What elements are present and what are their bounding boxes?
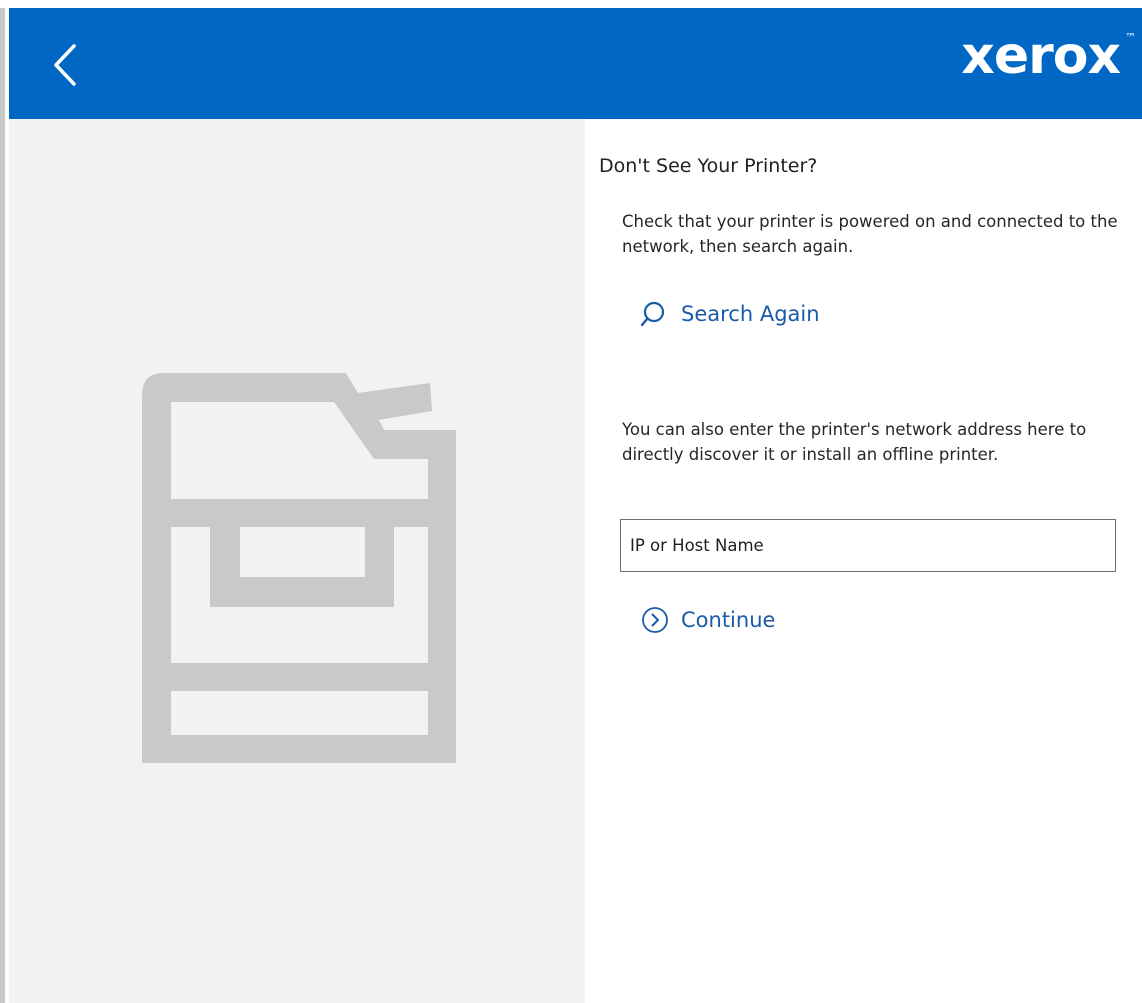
search-again-button[interactable]: Search Again: [641, 297, 820, 331]
chevron-right-circle-icon: [642, 607, 668, 633]
page-title: Don't See Your Printer?: [599, 155, 818, 177]
xerox-logo: xerox ™: [961, 26, 1136, 86]
network-address-message: You can also enter the printer's network…: [622, 420, 1087, 464]
search-icon: [641, 301, 665, 327]
window-edge: [0, 8, 5, 1003]
illustration-panel: [9, 119, 585, 1003]
back-button[interactable]: [44, 40, 88, 90]
brand-wordmark: xerox: [961, 26, 1121, 86]
printer-discovery-window: xerox ™ Don't See Your Printer? Check th…: [0, 0, 1142, 1003]
app-header: xerox ™: [9, 8, 1142, 119]
check-printer-message: Check that your printer is powered on an…: [622, 212, 1118, 256]
search-again-label: Search Again: [681, 302, 820, 326]
printer-icon: [142, 373, 456, 763]
ip-hostname-input[interactable]: [620, 519, 1116, 572]
continue-button[interactable]: Continue: [641, 603, 775, 637]
chevron-left-icon: [54, 44, 76, 86]
continue-label: Continue: [681, 608, 776, 632]
trademark-symbol: ™: [1125, 31, 1136, 44]
content-pane: Don't See Your Printer? Check that your …: [599, 119, 1129, 1003]
